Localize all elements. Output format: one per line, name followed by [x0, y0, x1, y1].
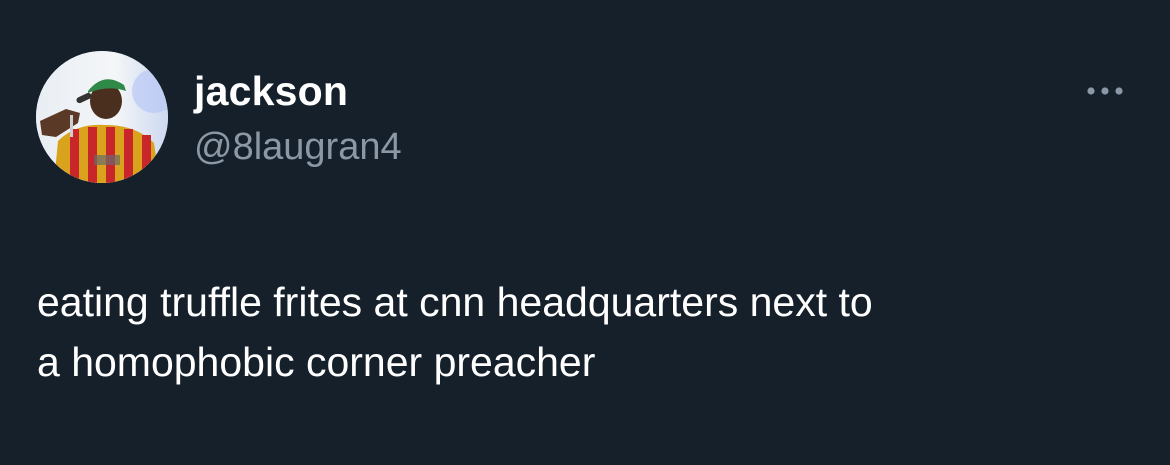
avatar[interactable] — [36, 51, 168, 183]
tweet-text-line-1: eating truffle frites at cnn headquarter… — [37, 279, 873, 325]
avatar-image — [36, 51, 168, 183]
more-horizontal-icon — [1087, 87, 1123, 95]
tweet-text-line-2: a homophobic corner preacher — [37, 339, 596, 385]
tweet-text: eating truffle frites at cnn headquarter… — [37, 272, 1147, 392]
more-options-button[interactable] — [1080, 76, 1130, 106]
author-display-name[interactable]: jackson — [194, 66, 348, 116]
tweet-card: jackson @8laugran4 eating truffle frites… — [0, 0, 1170, 465]
author-handle[interactable]: @8laugran4 — [194, 124, 402, 170]
